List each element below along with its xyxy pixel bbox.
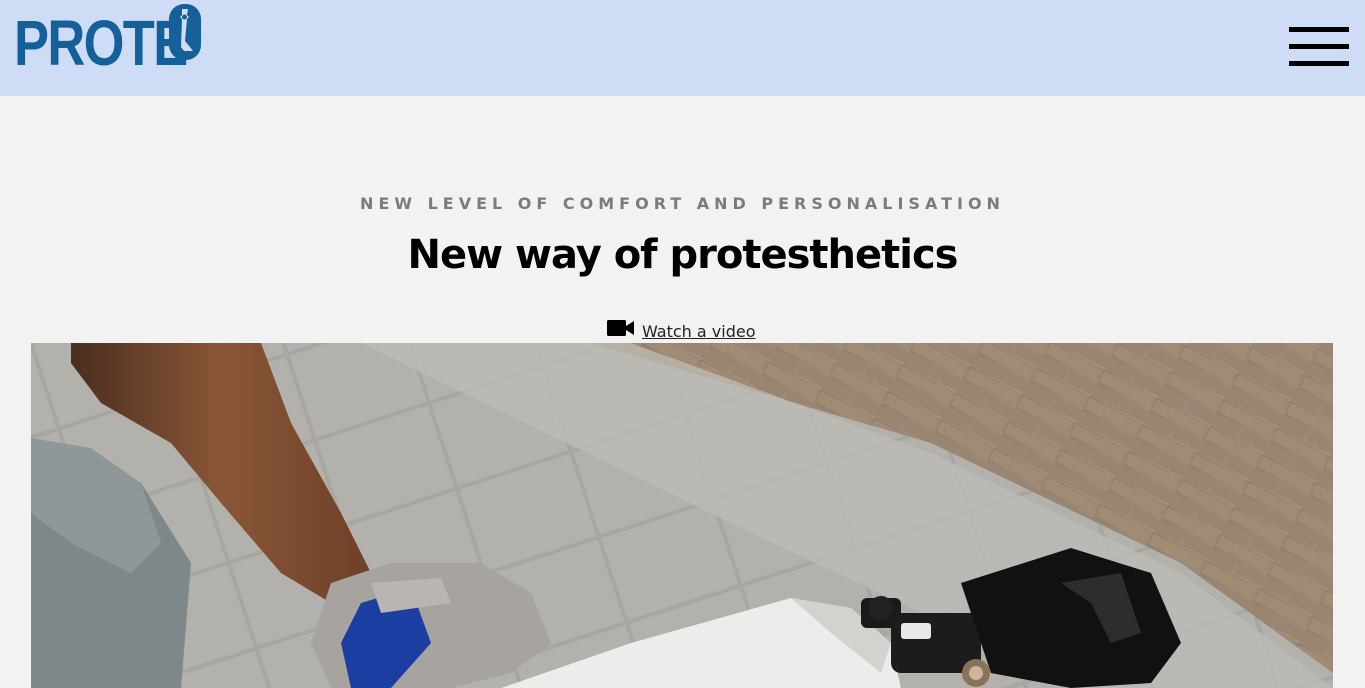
person-with-prosthetic-leg-photo xyxy=(31,343,1333,688)
hero-section: NEW LEVEL OF COMFORT AND PERSONALISATION… xyxy=(0,96,1365,688)
video-camera-icon xyxy=(607,320,634,336)
logo-text: PROTE xyxy=(14,7,188,79)
watch-video-label: Watch a video xyxy=(642,321,756,341)
hero-title: New way of protesthetics xyxy=(407,232,959,278)
watch-video-link[interactable]: Watch a video xyxy=(606,316,756,341)
menu-line xyxy=(1289,44,1349,49)
hero-kicker: NEW LEVEL OF COMFORT AND PERSONALISATION xyxy=(360,194,1005,213)
hero-photo-illustration xyxy=(31,343,1333,688)
hamburger-menu-button[interactable] xyxy=(1287,27,1349,69)
hamburger-menu-icon xyxy=(1289,27,1349,32)
prosthetic-leg-logo-icon xyxy=(169,4,201,60)
site-header: PROTE xyxy=(0,0,1365,96)
menu-line xyxy=(1289,61,1349,66)
